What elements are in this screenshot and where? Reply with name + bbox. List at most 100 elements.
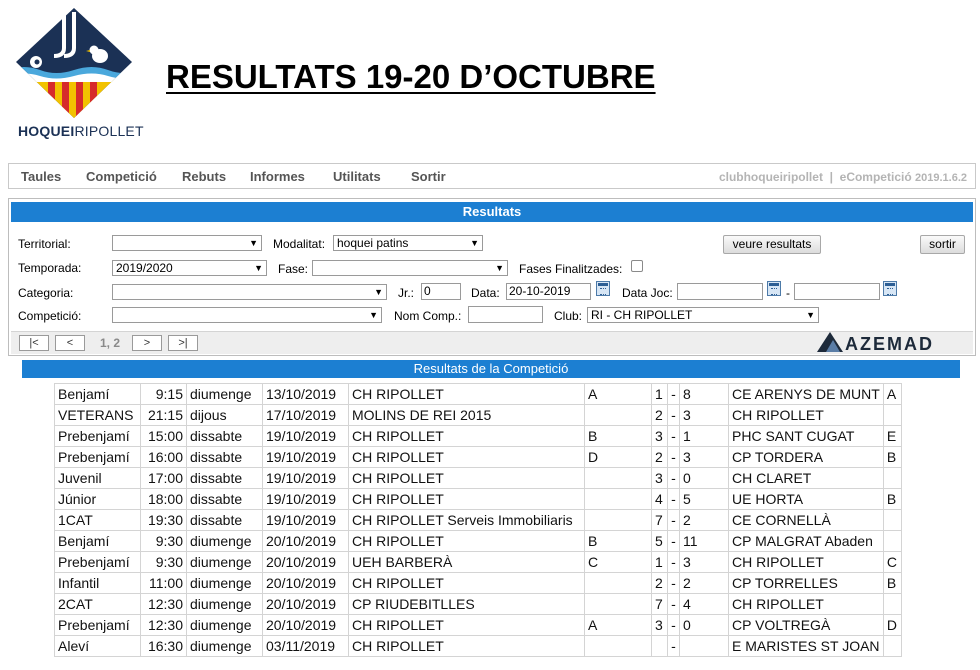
menu-item-utilitats[interactable]: Utilitats xyxy=(333,169,381,184)
away-score-cell: 0 xyxy=(679,614,729,636)
weekday-cell: diumenge xyxy=(186,635,263,657)
score-separator-cell: - xyxy=(667,488,680,510)
calendar-icon[interactable] xyxy=(767,281,781,296)
home-group-cell xyxy=(584,467,652,489)
session-separator: | xyxy=(829,170,833,184)
home-group-cell: A xyxy=(584,383,652,405)
categoria-select[interactable]: ▼ xyxy=(112,284,387,300)
date-cell: 20/10/2019 xyxy=(262,614,349,636)
category-cell: Benjamí xyxy=(54,383,141,405)
app-version: 2019.1.6.2 xyxy=(915,172,967,184)
date-cell: 19/10/2019 xyxy=(262,467,349,489)
territorial-select[interactable]: ▼ xyxy=(112,235,262,251)
pager-next-button[interactable]: > xyxy=(132,335,162,351)
calendar-icon[interactable] xyxy=(596,281,610,296)
away-team-cell: CP VOLTREGÀ xyxy=(728,614,884,636)
time-cell: 16:30 xyxy=(140,635,187,657)
category-cell: Prebenjamí xyxy=(54,425,141,447)
score-separator-cell: - xyxy=(667,572,680,594)
away-team-cell: CH CLARET xyxy=(728,467,884,489)
menu-item-sortir[interactable]: Sortir xyxy=(411,169,446,184)
pager-bar: |< < 1, 2 > >| AZEMAD xyxy=(11,331,973,354)
data-joc-label: Data Joc: xyxy=(622,286,673,300)
menu-item-informes[interactable]: Informes xyxy=(250,169,305,184)
exit-button[interactable]: sortir xyxy=(920,235,965,254)
home-group-cell xyxy=(584,404,652,426)
menu-item-rebuts[interactable]: Rebuts xyxy=(182,169,226,184)
home-team-cell: CH RIPOLLET xyxy=(348,635,585,657)
weekday-cell: diumenge xyxy=(186,383,263,405)
menu-item-taules[interactable]: Taules xyxy=(21,169,61,184)
away-team-cell: CH RIPOLLET xyxy=(728,593,884,615)
nom-comp-label: Nom Comp.: xyxy=(394,309,462,323)
away-group-cell xyxy=(882,593,902,615)
weekday-cell: diumenge xyxy=(186,551,263,573)
temporada-select[interactable]: 2019/2020 ▼ xyxy=(112,260,267,276)
date-cell: 19/10/2019 xyxy=(262,488,349,510)
away-score-cell: 3 xyxy=(679,404,729,426)
home-score-cell: 3 xyxy=(651,425,668,447)
home-score-cell: 5 xyxy=(651,530,668,552)
app-name: eCompetició xyxy=(839,170,912,184)
weekday-cell: dissabte xyxy=(186,425,263,447)
weekday-cell: dijous xyxy=(186,404,263,426)
table-row: 2CAT 12:30 diumenge 20/10/2019 CP RIUDEBITLL… xyxy=(54,593,902,615)
view-results-button[interactable]: veure resultats xyxy=(723,235,821,254)
data-input[interactable]: 20-10-2019 xyxy=(506,283,591,300)
away-team-cell: CH RIPOLLET xyxy=(728,551,884,573)
pager-first-button[interactable]: |< xyxy=(19,335,49,351)
category-cell: Prebenjamí xyxy=(54,614,141,636)
club-select[interactable]: RI - CH RIPOLLET ▼ xyxy=(587,307,819,323)
jr-label: Jr.: xyxy=(398,286,415,300)
fase-select[interactable]: ▼ xyxy=(312,260,508,276)
calendar-icon[interactable] xyxy=(883,281,897,296)
home-group-cell: B xyxy=(584,425,652,447)
date-cell: 20/10/2019 xyxy=(262,572,349,594)
fase-label: Fase: xyxy=(278,262,309,276)
table-row: Prebenjamí 12:30 diumenge 20/10/2019 CH RIPO… xyxy=(54,614,902,636)
date-cell: 03/11/2019 xyxy=(262,635,349,657)
category-cell: Prebenjamí xyxy=(54,446,141,468)
jr-input[interactable]: 0 xyxy=(421,283,461,300)
time-cell: 11:00 xyxy=(140,572,187,594)
home-team-cell: UEH BARBERÀ xyxy=(348,551,585,573)
weekday-cell: dissabte xyxy=(186,467,263,489)
competicio-select[interactable]: ▼ xyxy=(112,307,382,323)
home-group-cell: C xyxy=(584,551,652,573)
away-team-cell: PHC SANT CUGAT xyxy=(728,425,884,447)
away-team-cell: CP TORRELLES xyxy=(728,572,884,594)
away-group-cell xyxy=(882,635,902,657)
pager-last-button[interactable]: >| xyxy=(168,335,198,351)
table-row: Prebenjamí 9:30 diumenge 20/10/2019 UEH BARB… xyxy=(54,551,902,573)
chevron-down-icon: ▼ xyxy=(254,263,263,273)
fases-finalitzades-label: Fases Finalitzades: xyxy=(519,262,623,276)
nom-comp-input[interactable] xyxy=(468,306,543,323)
home-team-cell: MOLINS DE REI 2015 xyxy=(348,404,585,426)
away-group-cell: A xyxy=(882,383,902,405)
time-cell: 21:15 xyxy=(140,404,187,426)
azemad-wordmark: AZEMAD xyxy=(845,334,934,354)
weekday-cell: diumenge xyxy=(186,614,263,636)
home-team-cell: CH RIPOLLET xyxy=(348,383,585,405)
data-joc-to-input[interactable] xyxy=(794,283,880,300)
fases-finalitzades-checkbox[interactable] xyxy=(631,260,643,272)
azemad-logo: AZEMAD xyxy=(817,331,943,354)
modalitat-select[interactable]: hoquei patins ▼ xyxy=(333,235,483,251)
category-cell: Benjamí xyxy=(54,530,141,552)
date-cell: 20/10/2019 xyxy=(262,593,349,615)
pager-prev-button[interactable]: < xyxy=(55,335,85,351)
data-joc-separator: - xyxy=(786,286,790,300)
chevron-down-icon: ▼ xyxy=(374,287,383,297)
territorial-label: Territorial: xyxy=(18,237,71,251)
home-team-cell: CH RIPOLLET xyxy=(348,446,585,468)
away-group-cell xyxy=(882,530,902,552)
home-group-cell: A xyxy=(584,614,652,636)
table-row: VETERANS 21:15 dijous 17/10/2019 MOLINS DE R… xyxy=(54,404,902,426)
menu-item-competicio[interactable]: Competició xyxy=(86,169,157,184)
score-separator-cell: - xyxy=(667,425,680,447)
chevron-down-icon: ▼ xyxy=(495,263,504,273)
away-score-cell: 1 xyxy=(679,425,729,447)
home-team-cell: CH RIPOLLET xyxy=(348,425,585,447)
data-joc-from-input[interactable] xyxy=(677,283,763,300)
away-team-cell: CE CORNELLÀ xyxy=(728,509,884,531)
